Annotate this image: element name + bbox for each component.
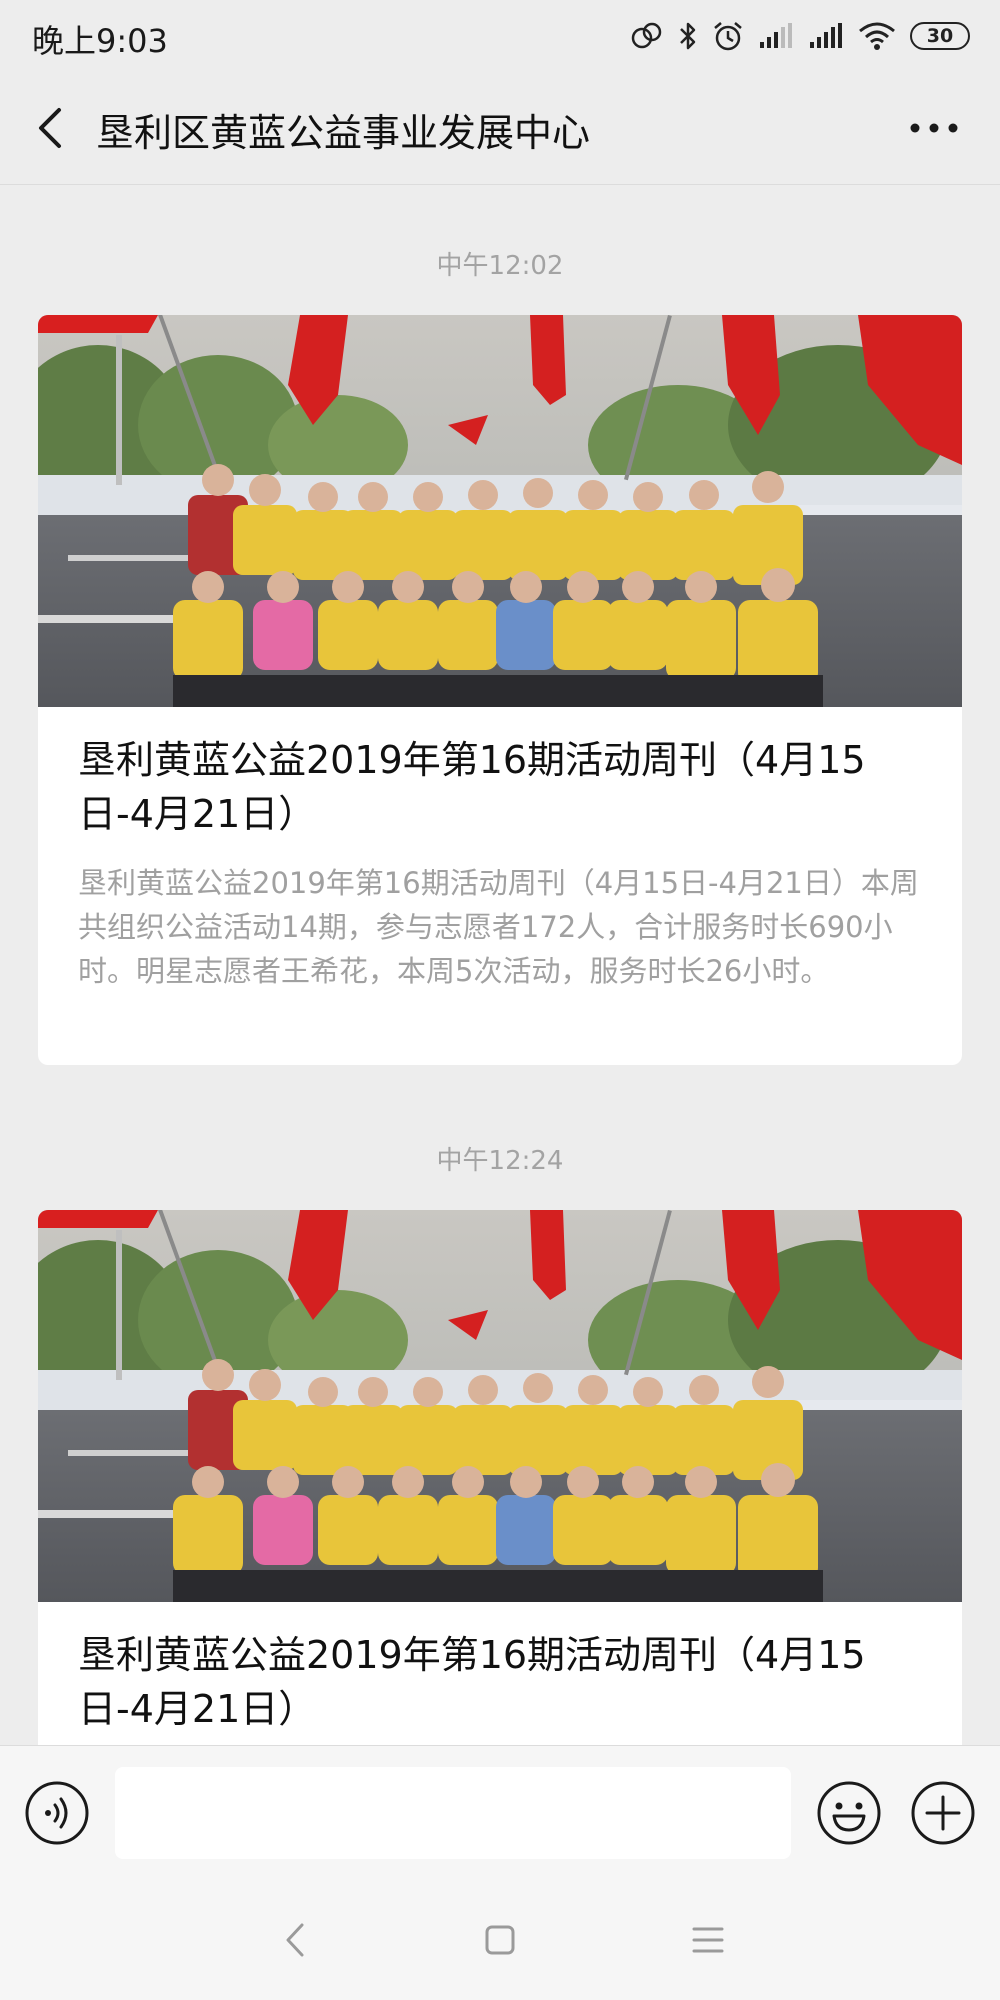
nav-home-button[interactable] [470,1915,530,1965]
alarm-icon [712,20,744,52]
more-button[interactable] [894,102,974,154]
status-bar: 晚上9:03 30 [0,0,1000,72]
nav-home-icon [485,1925,515,1955]
system-nav-bar [0,1880,1000,2000]
article-title[interactable]: 垦利黄蓝公益2019年第16期活动周刊（4月15日-4月21日） [78,733,928,841]
back-chevron-icon [39,108,61,148]
bluetooth-icon [678,20,698,52]
article-card[interactable]: 垦利黄蓝公益2019年第16期活动周刊（4月15日-4月21日） 垦利黄蓝公益2… [38,315,962,1065]
chat-area[interactable]: 中午12:02 垦利黄蓝公益2019年第16期活动周刊（4月15日-4月21日）… [0,185,1000,1745]
voice-icon [25,1781,89,1845]
signal-icon [758,22,794,50]
link-icon [630,21,664,51]
add-button[interactable] [910,1780,976,1846]
wifi-icon [858,21,896,51]
back-button[interactable] [22,98,78,158]
message-input[interactable] [115,1767,791,1859]
article-cover-image[interactable] [38,315,962,707]
nav-back-button[interactable] [265,1915,325,1965]
emoji-icon [817,1781,881,1845]
status-icons: 30 [630,16,970,56]
article-title[interactable]: 垦利黄蓝公益2019年第16期活动周刊（4月15日-4月21日） [78,1628,928,1736]
more-dots-icon [910,123,958,133]
status-time: 晚上9:03 [32,22,168,60]
nav-back-icon [286,1923,304,1957]
message-timestamp: 中午12:24 [436,1146,564,1176]
message-timestamp: 中午12:02 [436,251,564,281]
voice-button[interactable] [24,1780,90,1846]
nav-menu-button[interactable] [678,1915,738,1965]
signal-icon [808,22,844,50]
article-description: 垦利黄蓝公益2019年第16期活动周刊（4月15日-4月21日）本周共组织公益活… [78,866,919,988]
battery-icon: 30 [910,22,970,50]
add-icon [911,1781,975,1845]
nav-menu-icon [692,1927,724,1953]
article-card[interactable]: 垦利黄蓝公益2019年第16期活动周刊（4月15日-4月21日） [38,1210,962,1745]
title-bar: 垦利区黄蓝公益事业发展中心 [0,72,1000,185]
input-bar [0,1745,1000,1880]
emoji-button[interactable] [816,1780,882,1846]
article-cover-image[interactable] [38,1210,962,1602]
page-title: 垦利区黄蓝公益事业发展中心 [96,111,591,155]
